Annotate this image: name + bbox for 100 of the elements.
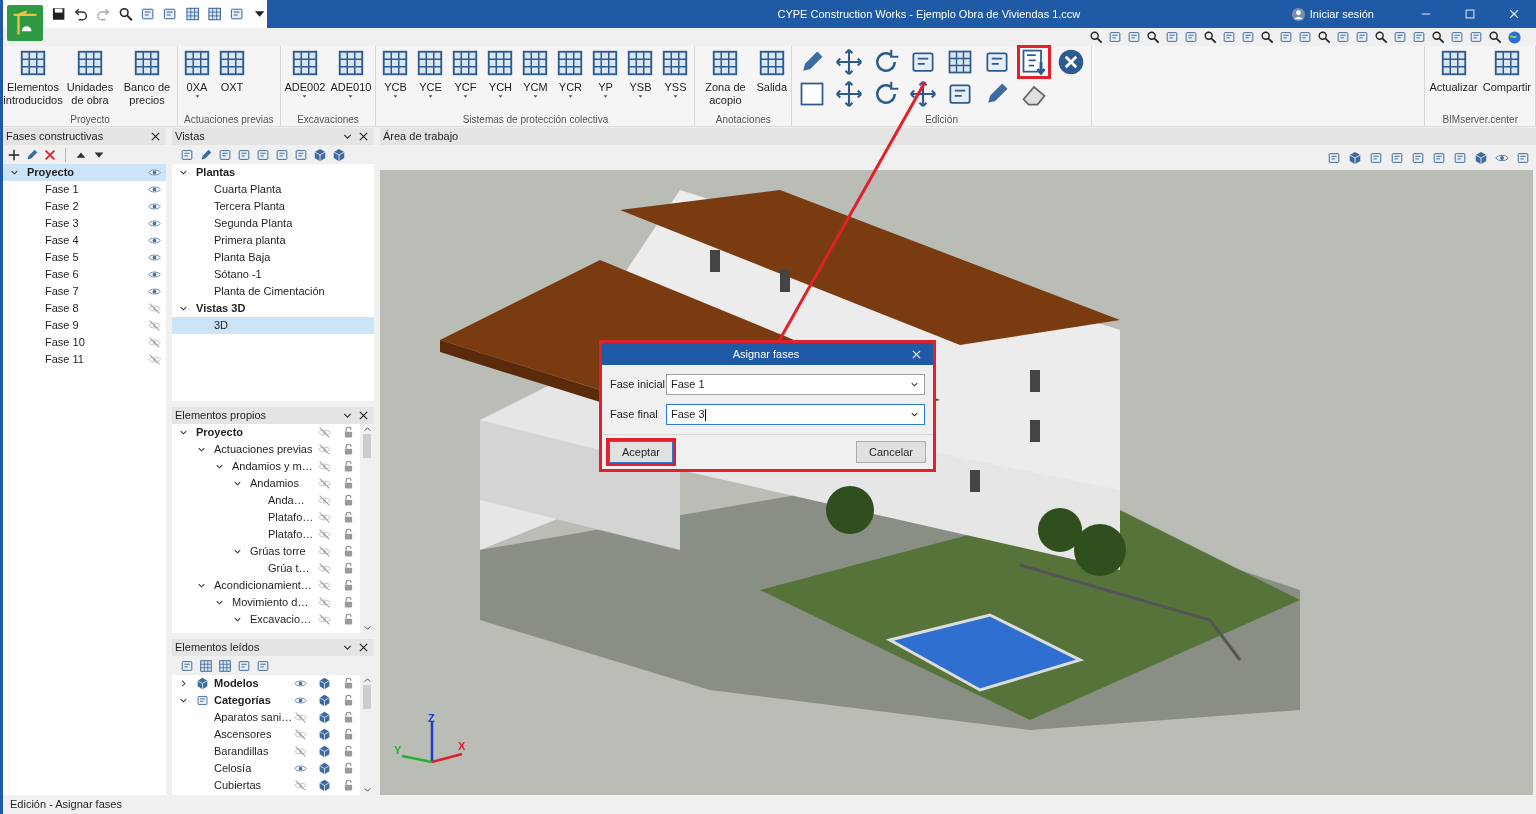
hidden-eye-icon[interactable] — [147, 302, 161, 315]
tree-row[interactable]: Planta de Cimentación — [172, 283, 374, 300]
ribbon-button[interactable]: YCB — [378, 48, 413, 99]
eye-icon[interactable] — [293, 677, 307, 690]
tree-row[interactable]: Platafo… — [172, 526, 360, 543]
close-icon[interactable] — [357, 130, 370, 143]
close-icon[interactable] — [357, 641, 370, 654]
delete-icon[interactable] — [43, 147, 57, 162]
hidden-eye-icon[interactable] — [317, 579, 331, 592]
tree-row[interactable]: Fase 5 — [3, 249, 166, 266]
tree-row[interactable]: Barandillas — [172, 743, 360, 760]
cube-icon[interactable] — [317, 779, 331, 792]
cube-icon[interactable] — [332, 147, 346, 162]
eye-icon[interactable] — [147, 251, 161, 264]
view-tool-icon[interactable] — [1146, 30, 1160, 44]
search-icon[interactable] — [117, 6, 134, 22]
tree-row[interactable]: Fase 1 — [3, 181, 166, 198]
tree-row[interactable]: Tercera Planta — [172, 198, 374, 215]
ribbon-button[interactable]: YCH — [483, 48, 518, 99]
tree-row[interactable]: Platafo… — [172, 509, 360, 526]
hidden-eye-icon[interactable] — [147, 353, 161, 366]
ribbon-button[interactable]: YSS — [658, 48, 693, 99]
eye-icon[interactable] — [147, 285, 161, 298]
save-icon[interactable] — [51, 6, 67, 22]
app-logo[interactable] — [7, 5, 43, 41]
tree-row[interactable]: Proyecto — [172, 424, 360, 441]
cube-icon[interactable] — [317, 728, 331, 741]
cube-icon[interactable] — [317, 762, 331, 775]
tree-row[interactable]: Celosía — [172, 760, 360, 777]
close-icon[interactable] — [357, 409, 370, 422]
ribbon-button[interactable]: YCF — [448, 48, 483, 99]
ribbon-button[interactable]: Actualizar — [1427, 48, 1480, 94]
hidden-eye-icon[interactable] — [317, 613, 331, 626]
ribbon-button[interactable]: ADE010 — [328, 48, 374, 99]
hidden-eye-icon[interactable] — [317, 596, 331, 609]
tree-row[interactable]: Vistas 3D — [172, 300, 374, 317]
grid-icon[interactable] — [218, 658, 232, 673]
ribbon-button[interactable]: Unidades de obra — [62, 48, 118, 107]
scroll-up-icon[interactable] — [362, 425, 372, 434]
tree-row[interactable]: Acondicionamient… — [172, 577, 360, 594]
ribbon-button[interactable]: YCR — [553, 48, 588, 99]
tree-row[interactable]: Fase 2 — [3, 198, 166, 215]
tool-icon[interactable] — [237, 658, 251, 673]
cube-icon[interactable] — [1348, 150, 1362, 165]
ribbon-button[interactable]: Zona de acopio — [697, 48, 754, 107]
tree-row[interactable]: Fase 10 — [3, 334, 166, 351]
tree-row[interactable]: Segunda Planta — [172, 215, 374, 232]
eye-icon[interactable] — [147, 268, 161, 281]
eye-icon[interactable] — [147, 183, 161, 196]
eye-icon[interactable] — [147, 166, 161, 179]
hidden-eye-icon[interactable] — [317, 545, 331, 558]
hidden-eye-icon[interactable] — [293, 728, 307, 741]
tool-icon[interactable] — [229, 6, 245, 22]
tree-row[interactable]: Actuaciones previas — [172, 441, 360, 458]
cube-icon[interactable] — [317, 677, 331, 690]
tool-icon[interactable] — [140, 6, 156, 22]
eye-icon[interactable] — [147, 200, 161, 213]
cube-icon[interactable] — [317, 745, 331, 758]
close-icon[interactable] — [1057, 48, 1086, 76]
hidden-eye-icon[interactable] — [317, 511, 331, 524]
dialog-button[interactable]: Cancelar — [855, 441, 926, 463]
tree-row[interactable]: Cuarta Planta — [172, 181, 374, 198]
tree-row[interactable]: Fase 11 — [3, 351, 166, 368]
tree-row[interactable]: Proyecto — [3, 164, 166, 181]
view-tool-icon[interactable] — [1203, 30, 1217, 44]
view-tool-icon[interactable] — [1488, 30, 1502, 44]
tree-row[interactable]: Primera planta — [172, 232, 374, 249]
ribbon-button[interactable]: 0XA — [180, 48, 214, 99]
table-icon[interactable] — [184, 6, 201, 22]
phase-dropdown[interactable]: Fase 1 — [666, 374, 925, 395]
sign-in-button[interactable]: Iniciar sesión — [1290, 5, 1374, 23]
tree-row[interactable]: Grúas torre — [172, 543, 360, 560]
hidden-eye-icon[interactable] — [147, 319, 161, 332]
view-tool-icon[interactable] — [1317, 30, 1331, 44]
tree-row[interactable]: Andamios — [172, 475, 360, 492]
hidden-eye-icon[interactable] — [317, 562, 331, 575]
hidden-eye-icon[interactable] — [317, 426, 331, 439]
hidden-eye-icon[interactable] — [293, 745, 307, 758]
redo-icon[interactable] — [95, 6, 111, 22]
ribbon-button[interactable]: YCM — [518, 48, 553, 99]
hidden-eye-icon[interactable] — [317, 494, 331, 507]
cube-icon[interactable] — [313, 147, 327, 162]
tree-row[interactable]: Grúa t… — [172, 560, 360, 577]
tree-row[interactable]: Fase 9 — [3, 317, 166, 334]
ribbon-button[interactable]: Salida — [754, 48, 790, 94]
hidden-eye-icon[interactable] — [317, 477, 331, 490]
cube-icon[interactable] — [317, 694, 331, 707]
tree-row[interactable]: Fase 8 — [3, 300, 166, 317]
move-icon[interactable] — [835, 80, 864, 108]
tree-row[interactable]: Fase 6 — [3, 266, 166, 283]
scroll-up-icon[interactable] — [362, 676, 372, 685]
tree-row[interactable]: Ascensores — [172, 726, 360, 743]
scrollbar-thumb[interactable] — [363, 685, 371, 709]
eye-icon[interactable] — [147, 217, 161, 230]
tree-row[interactable]: Planta Baja — [172, 249, 374, 266]
view-tool-icon[interactable] — [1089, 30, 1103, 44]
ribbon-button[interactable]: Banco de precios — [119, 48, 175, 107]
view-tool-icon[interactable] — [1374, 30, 1388, 44]
tree-row[interactable]: Andamios y m… — [172, 458, 360, 475]
view-edit-icon[interactable] — [199, 147, 213, 162]
